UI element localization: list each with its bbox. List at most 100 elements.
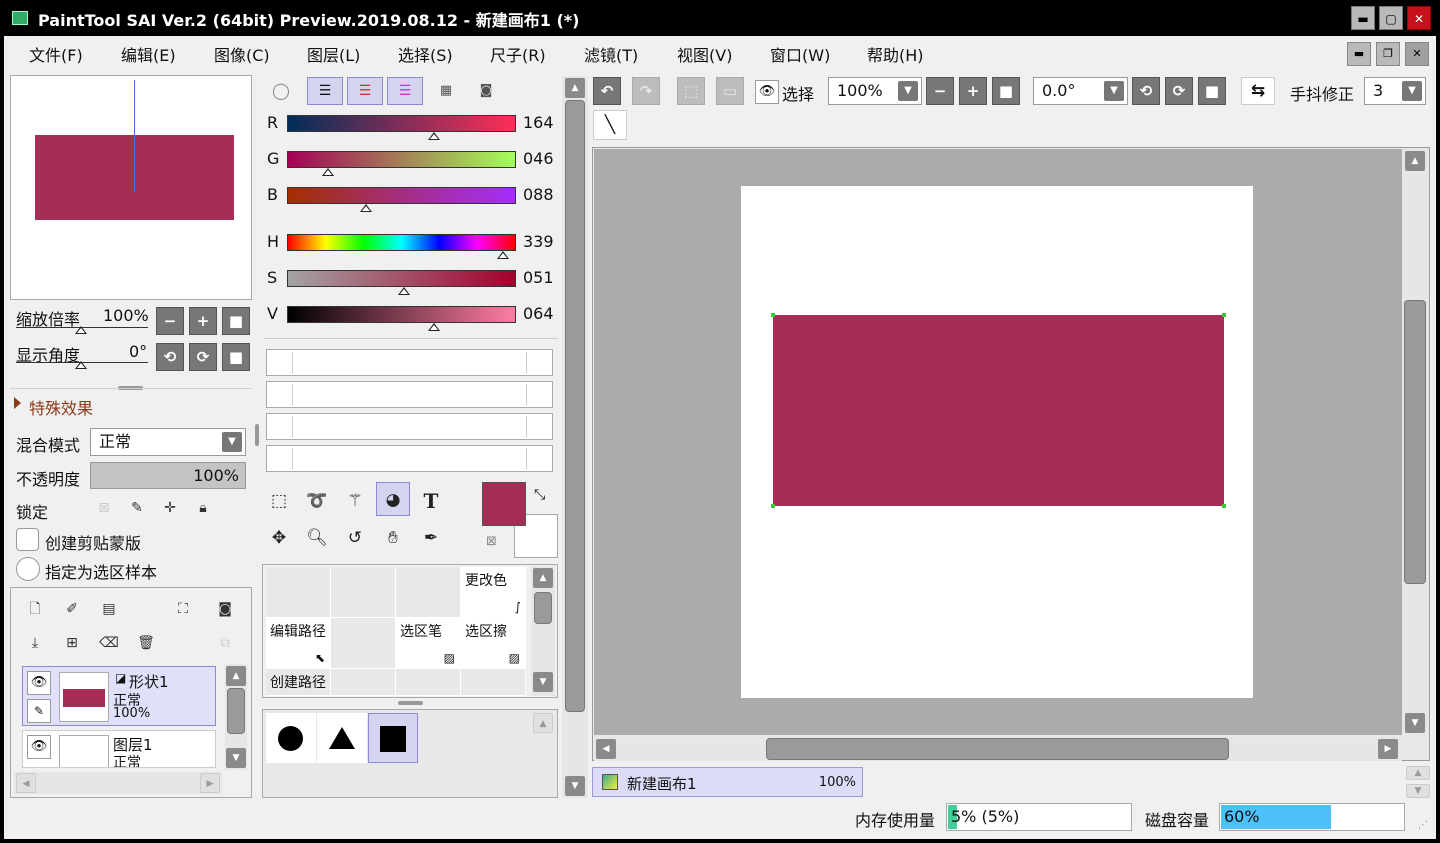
scroll-thumb[interactable] xyxy=(565,100,585,712)
mdi-close-button[interactable]: ✕ xyxy=(1405,42,1429,66)
lock-paint-icon[interactable]: ✎ xyxy=(126,497,148,519)
pencil-icon[interactable]: ✎ xyxy=(27,699,51,723)
eye-icon[interactable]: 👁︎ xyxy=(27,735,51,759)
new-linework-layer-icon[interactable]: ✐ xyxy=(61,598,83,620)
transparent-color-icon[interactable]: ⊠ xyxy=(486,534,497,549)
tab-scroll-down-icon[interactable]: ▼ xyxy=(1406,784,1430,798)
mdi-minimize-button[interactable]: ▬ xyxy=(1347,42,1371,66)
new-folder-icon[interactable]: ▤ xyxy=(98,598,120,620)
tool-grid-cell[interactable] xyxy=(331,669,396,696)
scroll-up-icon[interactable]: ▲ xyxy=(565,78,585,98)
zoom-slider-handle[interactable] xyxy=(75,326,87,334)
b-slider-handle[interactable] xyxy=(360,204,372,212)
primary-color-swatch[interactable] xyxy=(482,482,526,526)
h-slider-handle[interactable] xyxy=(496,251,509,259)
clipping-checkbox[interactable] xyxy=(16,528,39,551)
canvas-tab[interactable]: 新建画布1 100% xyxy=(592,767,863,797)
eyedropper-icon[interactable]: ✒ xyxy=(414,521,448,555)
tool-grid-scrollbar[interactable]: ▲ ▼ xyxy=(531,566,555,696)
left-splitter[interactable] xyxy=(255,424,259,446)
tool-create-path[interactable]: 创建路径 xyxy=(266,669,331,696)
close-button[interactable]: ✕ xyxy=(1407,6,1431,30)
tool-selection-pen[interactable]: 选区笔 ▨ xyxy=(396,618,461,669)
tool-grid-cell[interactable] xyxy=(396,567,461,618)
color-mixer-icon[interactable]: ☰ xyxy=(387,77,423,105)
scroll-thumb[interactable] xyxy=(534,592,552,624)
tool-grid-cell[interactable] xyxy=(331,618,396,669)
rotation-select[interactable]: 0.0° ▼ xyxy=(1033,77,1128,105)
tool-edit-path[interactable]: 编辑路径 ⬉ xyxy=(266,618,331,669)
lock-move-icon[interactable]: ✛ xyxy=(159,497,181,519)
scroll-right-icon[interactable]: ▶ xyxy=(200,773,220,793)
scroll-thumb[interactable] xyxy=(766,738,1229,760)
scroll-up-icon[interactable]: ▲ xyxy=(533,713,553,733)
lasso-icon[interactable]: ➰ xyxy=(300,484,334,518)
menu-layer[interactable]: 图层(L) xyxy=(307,42,360,66)
scroll-down-icon[interactable]: ▼ xyxy=(565,776,585,796)
selection-source-radio[interactable] xyxy=(16,557,40,581)
stabilizer-select[interactable]: 3 ▼ xyxy=(1364,77,1426,105)
straight-line-icon[interactable]: ╲ xyxy=(593,110,627,140)
resize-grip-icon[interactable]: ⋰ xyxy=(1418,820,1428,831)
minimize-button[interactable]: ▬ xyxy=(1351,6,1375,30)
transfer-down-icon[interactable]: ⊞ xyxy=(61,632,83,654)
toolbar-zoom-out-button[interactable]: − xyxy=(926,77,954,105)
mask-apply-icon[interactable]: ⧉ xyxy=(214,632,236,654)
layer-list-hscrollbar[interactable]: ◀ ▶ xyxy=(14,772,222,794)
toolbar-rotate-left-button[interactable]: ⟲ xyxy=(1132,77,1160,105)
brush-effect-field-2[interactable] xyxy=(266,381,553,408)
toolbar-zoom-reset-button[interactable]: ■ xyxy=(992,77,1020,105)
color-wheel-icon[interactable]: ◯ xyxy=(268,80,294,102)
tool-panel-scrollbar[interactable]: ▲ ▼ xyxy=(562,76,588,798)
layer-row-layer1[interactable]: 👁︎ 图层1 正常 xyxy=(22,730,216,768)
menu-view[interactable]: 视图(V) xyxy=(677,42,732,66)
toolbar-rotate-reset-button[interactable]: ■ xyxy=(1198,77,1226,105)
menu-select[interactable]: 选择(S) xyxy=(398,42,453,66)
scroll-left-icon[interactable]: ◀ xyxy=(596,739,616,759)
scroll-up-icon[interactable]: ▲ xyxy=(533,568,553,588)
panel-splitter[interactable] xyxy=(398,701,423,705)
r-slider[interactable] xyxy=(287,115,516,132)
opacity-slider[interactable]: 100% xyxy=(90,462,246,489)
maximize-button[interactable]: ▢ xyxy=(1379,6,1403,30)
magic-wand-icon[interactable]: ⚚ xyxy=(338,484,372,518)
toolbar-rotate-right-button[interactable]: ⟳ xyxy=(1165,77,1193,105)
undo-button[interactable]: ↶ xyxy=(593,77,621,105)
scroll-down-icon[interactable]: ▼ xyxy=(226,748,246,768)
r-slider-handle[interactable] xyxy=(428,132,441,140)
menu-help[interactable]: 帮助(H) xyxy=(867,42,924,66)
menu-edit[interactable]: 编辑(E) xyxy=(121,42,176,66)
merge-down-icon[interactable]: ⤓ xyxy=(24,632,46,654)
scroll-down-icon[interactable]: ▼ xyxy=(533,672,553,692)
canvas-vscrollbar[interactable]: ▲ ▼ xyxy=(1402,149,1428,737)
b-slider[interactable] xyxy=(287,187,516,204)
invert-selection-button[interactable]: ▭ xyxy=(716,77,744,105)
g-slider[interactable] xyxy=(287,151,516,168)
tab-scroll-up-icon[interactable]: ▲ xyxy=(1406,766,1430,780)
angle-slider-handle[interactable] xyxy=(75,361,87,369)
h-slider[interactable] xyxy=(287,234,516,251)
shape-control-point[interactable] xyxy=(771,504,775,508)
scroll-down-icon[interactable]: ▼ xyxy=(1405,713,1425,733)
menu-ruler[interactable]: 尺子(R) xyxy=(490,42,546,66)
s-slider-handle[interactable] xyxy=(397,287,410,295)
rotate-icon[interactable]: ↺ xyxy=(338,521,372,555)
flip-horizontal-icon[interactable]: ⇆ xyxy=(1241,77,1275,105)
canvas-rectangle-shape[interactable] xyxy=(773,315,1224,506)
move-icon[interactable]: ✥ xyxy=(262,521,296,555)
scroll-thumb[interactable] xyxy=(1404,300,1426,584)
shape-tool-icon[interactable]: ◕ xyxy=(376,482,410,516)
triangle-shape-option[interactable] xyxy=(317,713,367,763)
eye-icon[interactable]: 👁︎ xyxy=(27,671,51,695)
canvas-hscrollbar[interactable]: ◀ ▶ xyxy=(594,737,1402,761)
rotate-right-button[interactable]: ⟳ xyxy=(189,343,217,371)
layer-mask-icon[interactable]: ◙ xyxy=(214,598,236,620)
rgb-slider-icon[interactable]: ☰ xyxy=(307,77,343,105)
layer-list-scrollbar[interactable]: ▲ ▼ xyxy=(225,664,247,770)
redo-button[interactable]: ↷ xyxy=(632,77,660,105)
deselect-button[interactable]: ⬚ xyxy=(677,77,705,105)
rotate-left-button[interactable]: ⟲ xyxy=(156,343,184,371)
lock-transparency-icon[interactable]: ⊠ xyxy=(93,497,115,519)
rectangle-shape-option[interactable] xyxy=(368,713,418,763)
tool-grid-cell[interactable] xyxy=(266,567,331,618)
